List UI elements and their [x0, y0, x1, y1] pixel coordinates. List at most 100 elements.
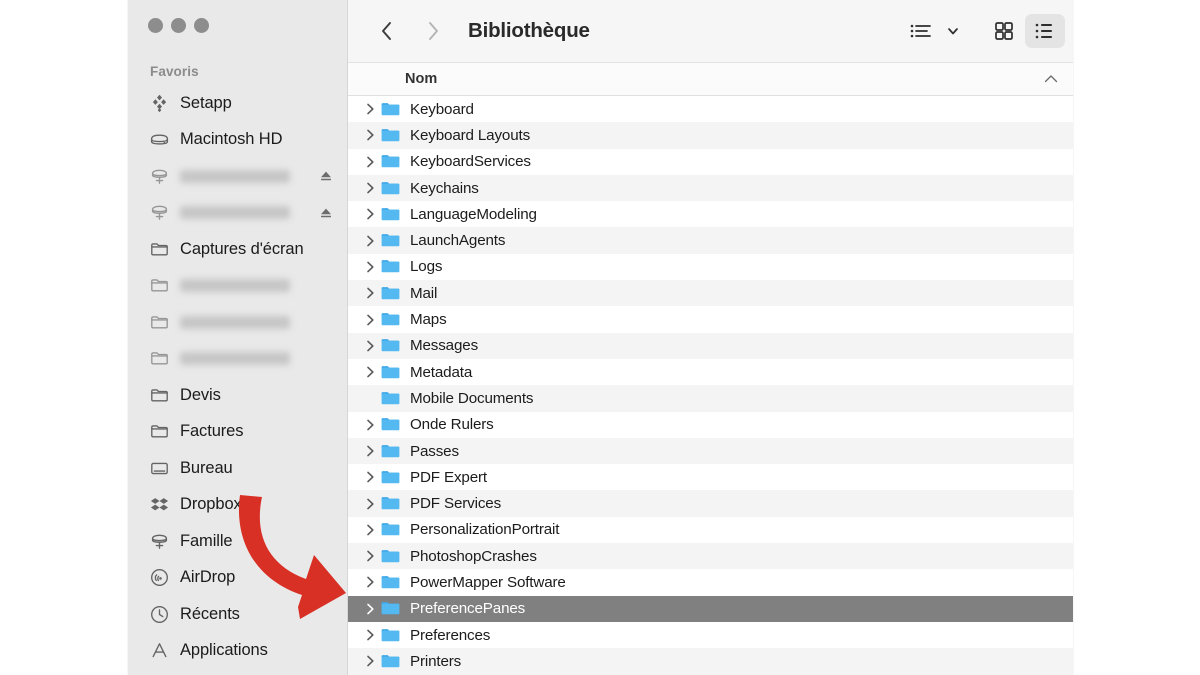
sidebar-item-hidden-2[interactable] — [128, 158, 347, 195]
toolbar-buttons — [900, 14, 1065, 48]
sidebar-item-hidden-3[interactable] — [128, 195, 347, 232]
sidebar-item-bureau[interactable]: Bureau — [128, 450, 347, 487]
sidebar-item-hidden-6[interactable] — [128, 304, 347, 341]
disclosure-triangle[interactable] — [360, 628, 380, 642]
file-row[interactable]: Keyboard Layouts — [348, 122, 1073, 149]
dropbox-icon — [150, 495, 169, 514]
sidebar-item-captures-d-cran[interactable]: Captures d'écran — [128, 231, 347, 268]
disclosure-triangle[interactable] — [360, 549, 380, 563]
eject-button[interactable] — [319, 206, 333, 220]
chevron-right-icon — [366, 182, 374, 194]
file-row[interactable]: Preferences — [348, 622, 1073, 648]
minimize-button[interactable] — [171, 18, 186, 33]
folder-icon — [381, 444, 400, 457]
sidebar-item-factures[interactable]: Factures — [128, 414, 347, 451]
disclosure-triangle[interactable] — [360, 234, 380, 248]
sidebar-item-hidden-5[interactable] — [128, 268, 347, 305]
disclosure-triangle[interactable] — [360, 418, 380, 432]
folder-icon — [380, 519, 401, 540]
folder-icon — [380, 546, 401, 567]
file-row[interactable]: Maps — [348, 306, 1073, 332]
file-row[interactable]: Printers — [348, 648, 1073, 675]
folder-icon — [380, 230, 401, 251]
file-row[interactable]: PhotoshopCrashes — [348, 543, 1073, 570]
column-header-name[interactable]: Nom — [405, 71, 437, 87]
folder-icon — [380, 598, 401, 619]
disclosure-triangle[interactable] — [360, 102, 380, 116]
back-button[interactable] — [370, 14, 404, 48]
folder-icon — [381, 313, 400, 326]
file-row[interactable]: Keychains — [348, 174, 1073, 202]
chevron-right-icon — [366, 419, 374, 431]
sidebar-item-label: Setapp — [180, 93, 232, 112]
view-list-button[interactable] — [1025, 14, 1065, 48]
disclosure-triangle[interactable] — [360, 260, 380, 274]
group-by-button[interactable] — [904, 14, 938, 48]
folder-outline-icon — [150, 349, 169, 368]
group-by-control[interactable] — [900, 14, 969, 48]
file-list[interactable]: Keyboard Keyboard Layouts KeyboardServices… — [348, 96, 1073, 675]
sidebar-item-hidden-7[interactable] — [128, 341, 347, 378]
disclosure-triangle[interactable] — [360, 286, 380, 300]
file-row[interactable]: Metadata — [348, 359, 1073, 385]
folder-icon — [380, 99, 401, 120]
file-row[interactable]: LaunchAgents — [348, 227, 1073, 254]
chevron-right-icon — [366, 603, 374, 615]
disclosure-triangle[interactable] — [360, 575, 380, 589]
disclosure-triangle[interactable] — [360, 470, 380, 484]
disclosure-triangle[interactable] — [360, 497, 380, 511]
chevron-right-icon — [366, 498, 374, 509]
file-row[interactable]: Mobile Documents — [348, 385, 1073, 412]
sidebar-item-airdrop[interactable]: AirDrop — [128, 560, 347, 597]
column-header[interactable]: Nom — [348, 63, 1073, 96]
eject-button[interactable] — [319, 169, 333, 183]
file-row[interactable]: Messages — [348, 332, 1073, 359]
file-row[interactable]: PersonalizationPortrait — [348, 517, 1073, 543]
window-controls — [128, 0, 347, 46]
disclosure-triangle[interactable] — [360, 313, 380, 327]
disclosure-triangle[interactable] — [360, 128, 380, 142]
file-row[interactable]: PreferencePanes — [348, 595, 1073, 622]
file-row[interactable]: Onde Rulers — [348, 412, 1073, 438]
disclosure-triangle[interactable] — [360, 339, 380, 353]
file-row[interactable]: Passes — [348, 437, 1073, 465]
chevron-right-icon — [366, 208, 374, 220]
close-button[interactable] — [148, 18, 163, 33]
disclosure-triangle[interactable] — [360, 444, 380, 458]
sidebar-item-applications[interactable]: Applications — [128, 633, 347, 670]
sidebar-item-setapp[interactable]: Setapp — [128, 85, 347, 122]
folder-icon — [381, 418, 400, 431]
folder-outline-icon — [151, 279, 168, 292]
sidebar-item-famille[interactable]: Famille — [128, 523, 347, 560]
file-row[interactable]: Mail — [348, 280, 1073, 307]
file-row[interactable]: Logs — [348, 254, 1073, 280]
file-row[interactable]: Keyboard — [348, 96, 1073, 122]
sidebar-item-r-cents[interactable]: Récents — [128, 596, 347, 633]
disclosure-triangle[interactable] — [360, 207, 380, 221]
harddisk-icon — [150, 134, 169, 145]
folder-icon — [380, 414, 401, 435]
sidebar-item-dropbox[interactable]: Dropbox — [128, 487, 347, 524]
disclosure-triangle[interactable] — [360, 365, 380, 379]
file-name: Keychains — [410, 179, 479, 197]
file-row[interactable]: PDF Services — [348, 490, 1073, 517]
file-row[interactable]: LanguageModeling — [348, 201, 1073, 227]
disclosure-triangle[interactable] — [360, 523, 380, 537]
sidebar-item-macintosh-hd[interactable]: Macintosh HD — [128, 122, 347, 159]
zoom-button[interactable] — [194, 18, 209, 33]
folder-outline-icon — [151, 425, 168, 438]
disclosure-triangle[interactable] — [360, 181, 380, 195]
disclosure-triangle[interactable] — [360, 602, 380, 616]
group-by-chevron[interactable] — [941, 14, 965, 48]
file-row[interactable]: PowerMapper Software — [348, 569, 1073, 595]
view-icons-button[interactable] — [987, 14, 1021, 48]
file-row[interactable]: KeyboardServices — [348, 149, 1073, 175]
disclosure-triangle[interactable] — [360, 155, 380, 169]
sidebar-item-label — [180, 279, 290, 293]
sidebar-item-devis[interactable]: Devis — [128, 377, 347, 414]
chevron-right-icon — [366, 577, 374, 588]
file-row[interactable]: PDF Expert — [348, 464, 1073, 490]
disclosure-triangle[interactable] — [360, 654, 380, 668]
forward-button[interactable] — [416, 14, 450, 48]
file-name: LaunchAgents — [410, 232, 506, 250]
